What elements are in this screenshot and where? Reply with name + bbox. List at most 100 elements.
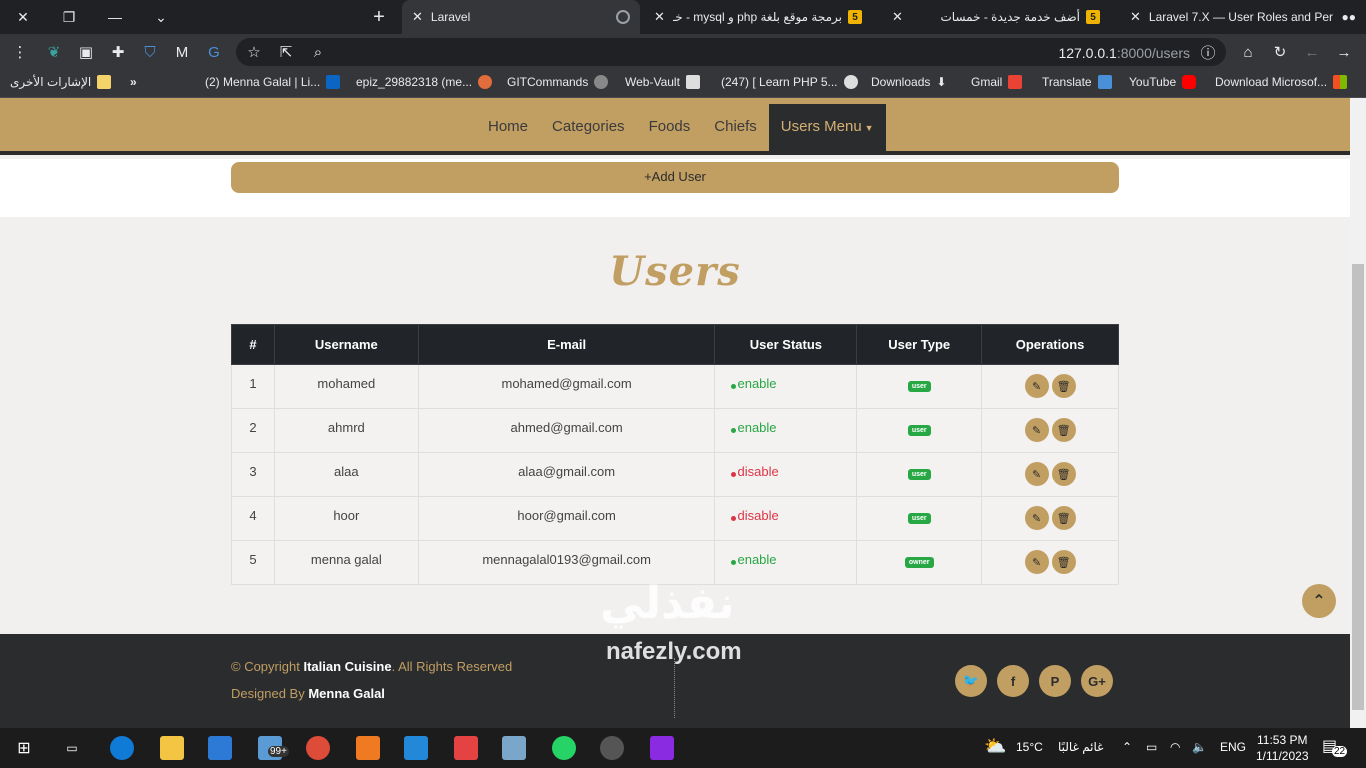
tab-laravel[interactable]: ✕ Laravel [402, 0, 640, 34]
m-extension-icon[interactable]: M [172, 42, 192, 62]
cell-operations: ✎ 🗑 [981, 452, 1119, 497]
tab-php-project[interactable]: ✕ برمجة موقع بلغة php و mysql - خـ 5 [644, 0, 878, 34]
bookmark-translate[interactable]: Translate [1042, 75, 1112, 89]
browser-toolbar: ⋮ ❦ ▣ ✚ ⛉ M G ☆ ⇱ ⌕ 127.0.0.1:8000/users… [0, 34, 1366, 70]
bookmark-downloads[interactable]: Downloads ⬇ [871, 75, 950, 89]
translate-extension-icon[interactable]: G [204, 42, 224, 62]
bookmark-gmail[interactable]: Gmail [971, 75, 1023, 89]
wifi-icon[interactable]: ◠ [1170, 740, 1180, 754]
nav-home[interactable]: Home [476, 104, 540, 155]
scroll-to-top-button[interactable]: ⌃ [1302, 584, 1336, 618]
extension-icon[interactable]: ❦ [44, 42, 64, 62]
footer-copyright: © Copyright Italian Cuisine. All Rights … [231, 659, 512, 674]
sidebar-icon[interactable]: ▣ [76, 42, 96, 62]
extensions-puzzle-icon[interactable]: ✚ [108, 42, 128, 62]
trash-icon[interactable]: 🗑 [1051, 506, 1076, 530]
url-host: 127.0.0.1 [1058, 45, 1117, 61]
nav-users-menu[interactable]: Users Menu ▼ [768, 104, 886, 155]
battery-icon[interactable]: ▭ [1146, 740, 1157, 754]
nav-foods[interactable]: Foods [637, 104, 703, 155]
task-view-icon[interactable]: ▭ [60, 736, 84, 760]
minimize-window-icon[interactable]: — [92, 0, 138, 34]
close-tab-icon[interactable]: ✕ [654, 9, 665, 25]
edit-icon[interactable]: ✎ [1024, 462, 1049, 486]
vscode-icon[interactable] [404, 736, 428, 760]
bookmark-star-icon[interactable]: ☆ [244, 42, 264, 62]
google-plus-icon[interactable]: G+ [1081, 665, 1113, 697]
menu-icon[interactable]: ⋮ [10, 42, 30, 62]
file-explorer-icon[interactable] [160, 736, 184, 760]
edit-icon[interactable]: ✎ [1024, 550, 1049, 574]
bookmark-learn-php[interactable]: (247) [ Learn PHP 5... [721, 75, 858, 89]
tab-label: Laravel [430, 10, 471, 24]
trash-icon[interactable]: 🗑 [1051, 462, 1076, 486]
designer-name[interactable]: Menna Galal [308, 686, 385, 701]
chrome-icon[interactable] [306, 736, 330, 760]
tab-search-icon[interactable]: ⌄ [138, 0, 184, 34]
copyright-prefix: © Copyright [231, 659, 300, 674]
tab-khamsat[interactable]: ✕ أضف خدمة جديدة - خمسات 5 [882, 0, 1116, 34]
trash-icon[interactable]: 🗑 [1051, 550, 1076, 574]
tab-laravel-roles[interactable]: ✕ Laravel 7.X — User Roles and Per ●● [1120, 0, 1366, 34]
forward-icon[interactable]: ← [1302, 42, 1322, 62]
bookmark-epiz[interactable]: epiz_29882318 (me... [356, 75, 493, 89]
bookmark-linkedin[interactable]: (2) Menna Galal | Li... [205, 75, 341, 89]
clock[interactable]: 11:53 PM 1/11/2023 [1256, 732, 1309, 764]
close-window-icon[interactable]: ✕ [0, 0, 46, 34]
bookmark-youtube[interactable]: YouTube [1129, 75, 1197, 89]
whatsapp-icon[interactable] [552, 736, 576, 760]
cell-email: hoor@gmail.com [417, 496, 716, 541]
address-bar[interactable]: ☆ ⇱ ⌕ 127.0.0.1:8000/users ⓘ [236, 38, 1226, 66]
trash-icon[interactable]: 🗑 [1051, 418, 1076, 442]
bookmark-microsoft[interactable]: Download Microsof... [1215, 75, 1348, 89]
edit-icon[interactable]: ✎ [1024, 418, 1049, 442]
nav-chiefs[interactable]: Chiefs [702, 104, 769, 155]
edit-icon[interactable]: ✎ [1024, 374, 1049, 398]
footer-designer: Designed By Menna Galal [231, 686, 385, 701]
close-tab-icon[interactable]: ✕ [412, 9, 423, 25]
new-tab-button[interactable]: + [356, 0, 402, 34]
pinterest-icon[interactable]: P [1039, 665, 1071, 697]
bookmark-webvault[interactable]: Web-Vault [625, 75, 700, 89]
page-scrollbar[interactable] [1350, 98, 1366, 728]
close-tab-icon[interactable]: ✕ [892, 9, 903, 25]
shield-icon[interactable]: ⛉ [140, 42, 160, 62]
recorder-icon[interactable] [600, 736, 624, 760]
edit-icon[interactable]: ✎ [1024, 506, 1049, 530]
xampp-icon[interactable] [356, 736, 380, 760]
twitter-icon[interactable]: 🐦 [955, 665, 987, 697]
bookmark-other[interactable]: الإشارات الأخرى [10, 75, 112, 89]
bookmarks-more[interactable]: » [130, 75, 137, 89]
tab-label: برمجة موقع بلغة php و mysql - خـ [672, 10, 842, 24]
khamsat-favicon-icon: 5 [1086, 10, 1100, 24]
cell-username: alaa [273, 452, 419, 497]
cell-id: 4 [231, 496, 275, 541]
paint-icon[interactable] [502, 736, 526, 760]
site-info-icon[interactable]: ⓘ [1198, 42, 1218, 62]
site-name[interactable]: Italian Cuisine [303, 659, 391, 674]
trash-icon[interactable]: 🗑 [1051, 374, 1076, 398]
media-icon: ●● [1341, 10, 1357, 24]
footer-divider [674, 658, 675, 718]
nav-categories[interactable]: Categories [540, 104, 637, 155]
edge-icon[interactable] [110, 736, 134, 760]
add-user-button[interactable]: +Add User [231, 162, 1119, 193]
home-icon[interactable]: ⌂ [1238, 42, 1258, 62]
share-icon[interactable]: ⇱ [276, 42, 296, 62]
facebook-icon[interactable]: f [997, 665, 1029, 697]
back-icon[interactable]: → [1334, 42, 1354, 62]
bookmark-gitcommands[interactable]: GITCommands [507, 75, 609, 89]
volume-icon[interactable]: 🔈 [1192, 740, 1207, 754]
scrollbar-thumb[interactable] [1352, 264, 1364, 710]
language-indicator[interactable]: ENG [1220, 740, 1246, 754]
store-icon[interactable] [208, 736, 232, 760]
reload-icon[interactable]: ↻ [1270, 42, 1290, 62]
search-icon[interactable]: ⌕ [308, 42, 328, 62]
show-hidden-icons-icon[interactable]: ⌃ [1122, 740, 1132, 754]
restore-window-icon[interactable]: ❐ [46, 0, 92, 34]
windows-start-icon[interactable]: ⊞ [12, 736, 36, 760]
phpstorm-icon[interactable] [650, 736, 674, 760]
weather-icon[interactable]: ⛅ [984, 736, 1006, 757]
close-tab-icon[interactable]: ✕ [1130, 9, 1141, 25]
anydesk-icon[interactable] [454, 736, 478, 760]
